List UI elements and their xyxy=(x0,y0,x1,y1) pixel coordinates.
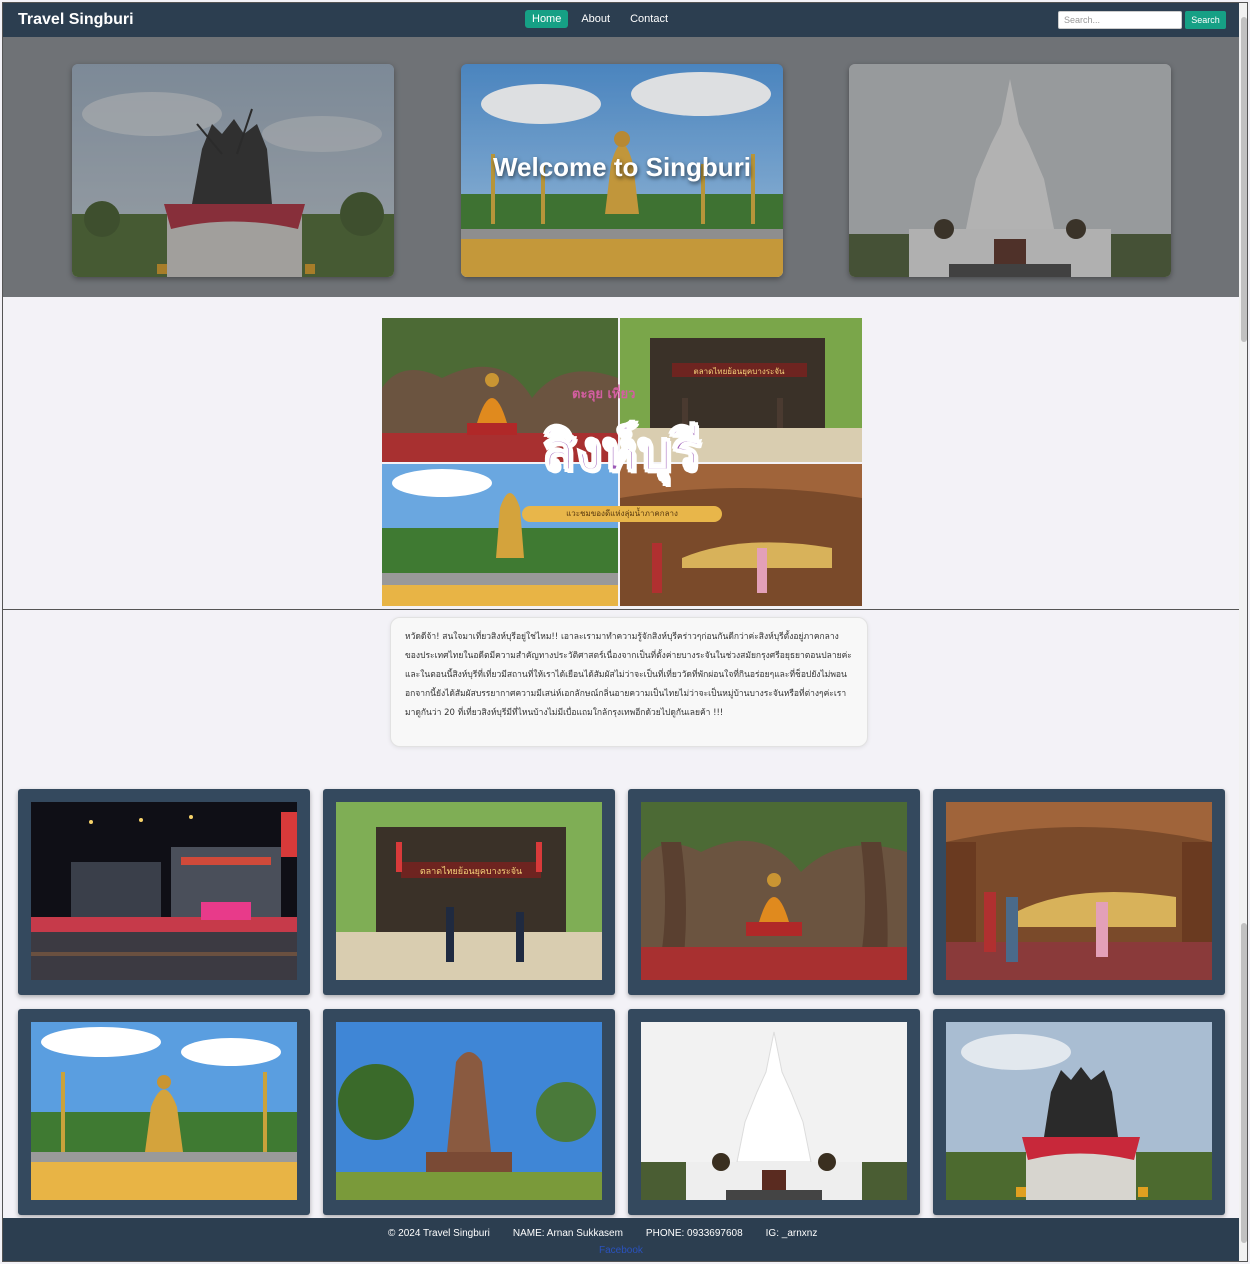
scrollbar[interactable] xyxy=(1239,3,1247,1261)
nav-home-link[interactable]: Home xyxy=(525,10,569,28)
scrollbar-thumb-secondary[interactable] xyxy=(1241,923,1247,1243)
brand-title[interactable]: Travel Singburi xyxy=(18,11,134,29)
hero-overlay xyxy=(849,64,1171,277)
gallery-image xyxy=(641,802,907,980)
gate-sign-text: ตลาดไทยย้อนยุคบางระจัน xyxy=(420,866,522,877)
hero-card-pagoda xyxy=(849,64,1171,277)
gallery-card-white-pagoda[interactable] xyxy=(628,1009,920,1215)
footer-ig: IG: _arnxnz xyxy=(765,1228,818,1239)
scrollbar-thumb[interactable] xyxy=(1241,17,1247,342)
hero-section: Welcome to Singburi xyxy=(3,37,1239,297)
gallery-card-bang-rachan-gate[interactable]: ตลาดไทยย้อนยุคบางระจัน xyxy=(323,789,615,995)
gallery-image xyxy=(946,1022,1212,1200)
nav-contact-link[interactable]: Contact xyxy=(623,10,675,28)
gallery-card-buddha-under-tree[interactable] xyxy=(628,789,920,995)
gallery-image xyxy=(31,1022,297,1200)
gallery-image xyxy=(641,1022,907,1200)
section-divider xyxy=(3,609,1239,610)
collage-tag: ตะลุย เที่ยว xyxy=(572,387,636,402)
intro-text: หวัดดีจ้า! สนใจมาเที่ยวสิงห์บุรีอยู่ใช่ไ… xyxy=(405,632,852,718)
collage-subtitle: แวะชมของดีแห่งลุ่มน้ำภาคกลาง xyxy=(522,506,722,522)
gallery-card-ruined-prang[interactable] xyxy=(323,1009,615,1215)
footer-facebook-link[interactable]: Facebook xyxy=(599,1245,643,1256)
hero-title: Welcome to Singburi xyxy=(492,152,752,182)
gallery-card-night-market[interactable] xyxy=(18,789,310,995)
gallery-image: ตลาดไทยย้อนยุคบางระจัน xyxy=(336,802,602,980)
gallery-image xyxy=(31,802,297,980)
collage-logo-text: สิงห์บุรี xyxy=(542,419,702,484)
gallery-card-reclining-buddha[interactable] xyxy=(933,789,1225,995)
footer-name: NAME: Arnan Sukkasem xyxy=(512,1228,623,1239)
intro-card: หวัดดีจ้า! สนใจมาเที่ยวสิงห์บุรีอยู่ใช่ไ… xyxy=(390,617,868,747)
search-button[interactable]: Search xyxy=(1185,11,1226,29)
collage-sign-text: ตลาดไทยย้อนยุคบางระจัน xyxy=(694,367,786,376)
nav-about-link[interactable]: About xyxy=(574,10,617,28)
hero-card-center: Welcome to Singburi xyxy=(461,64,783,277)
footer-copyright: © 2024 Travel Singburi xyxy=(388,1228,490,1239)
nav-links: Home About Contact xyxy=(525,10,675,28)
footer-info: © 2024 Travel Singburi NAME: Arnan Sukka… xyxy=(388,1228,817,1239)
gallery-image xyxy=(336,1022,602,1200)
gallery-image xyxy=(946,802,1212,980)
hero-overlay xyxy=(72,64,394,277)
singburi-collage: ตลาดไทยย้อนยุคบางระจัน ตะลุย เที่ยว สิงห… xyxy=(382,318,862,606)
footer: © 2024 Travel Singburi NAME: Arnan Sukka… xyxy=(3,1218,1239,1261)
gallery-card-big-buddha-park[interactable] xyxy=(18,1009,310,1215)
page-frame: Travel Singburi Home About Contact Searc… xyxy=(2,2,1248,1262)
gallery-card-heroes-monument[interactable] xyxy=(933,1009,1225,1215)
navbar: Travel Singburi Home About Contact Searc… xyxy=(3,3,1239,37)
footer-phone: PHONE: 0933697608 xyxy=(645,1228,743,1239)
search-input[interactable] xyxy=(1058,11,1182,29)
hero-card-monument xyxy=(72,64,394,277)
